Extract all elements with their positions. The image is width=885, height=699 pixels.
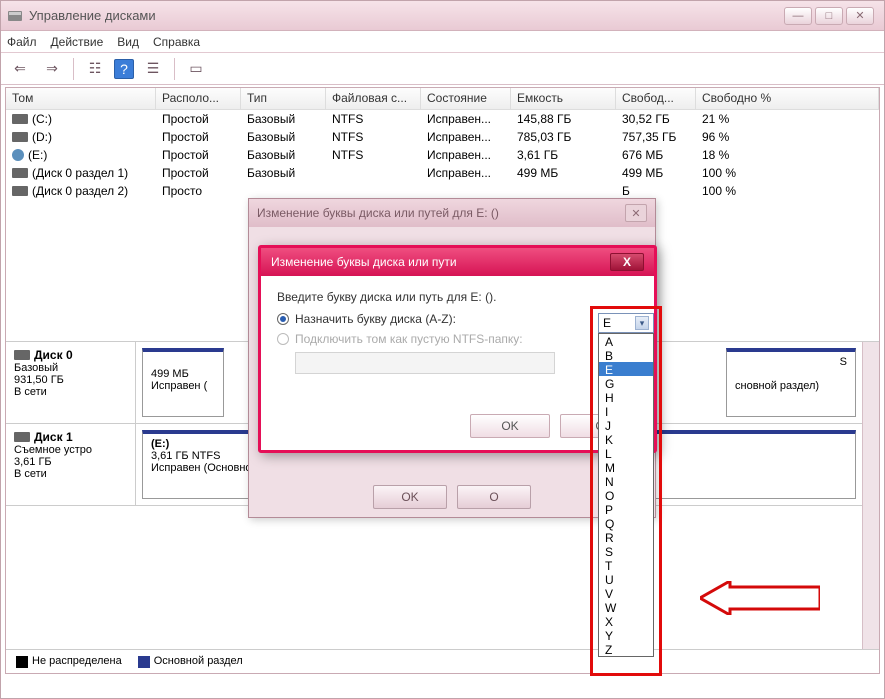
partition[interactable]: S сновной раздел)	[726, 348, 856, 417]
disk-info: Диск 1Съемное устро3,61 ГБВ сети	[6, 424, 136, 505]
view-button[interactable]: ☷	[82, 57, 108, 81]
toolbar: ⇐ ⇒ ☷ ? ☰ ▭	[1, 53, 884, 85]
dropdown-option[interactable]: N	[599, 474, 653, 488]
settings-button[interactable]: ☰	[140, 57, 166, 81]
radio-assign-letter[interactable]	[277, 313, 289, 325]
disk-icon	[12, 114, 28, 124]
help-button[interactable]: ?	[114, 59, 134, 79]
minimize-button[interactable]: —	[784, 7, 812, 25]
dropdown-option[interactable]: T	[599, 558, 653, 572]
dropdown-option[interactable]: K	[599, 432, 653, 446]
list-button[interactable]: ▭	[183, 57, 209, 81]
dialog-bg-cancel[interactable]: О	[457, 485, 531, 509]
close-button[interactable]: ✕	[846, 7, 874, 25]
dialog-bg-close[interactable]: ✕	[625, 204, 647, 222]
radio-mount-folder	[277, 333, 289, 345]
menu-file[interactable]: Файл	[7, 35, 37, 49]
disk-info: Диск 0Базовый931,50 ГБВ сети	[6, 342, 136, 423]
dropdown-option[interactable]: O	[599, 488, 653, 502]
menubar: Файл Действие Вид Справка	[1, 31, 884, 53]
dialog-titlebar[interactable]: Изменение буквы диска или пути X	[261, 248, 654, 276]
radio-mount-label: Подключить том как пустую NTFS-папку:	[295, 332, 523, 346]
disk-icon	[12, 186, 28, 196]
dropdown-option[interactable]: Z	[599, 642, 653, 656]
drive-letter-dropdown[interactable]: E ▾ ABEGHIJKLMNOPQRSTUVWXYZ	[598, 313, 654, 657]
disk-icon	[12, 132, 28, 142]
col-state[interactable]: Состояние	[421, 88, 511, 109]
folder-path-input	[295, 352, 555, 374]
disk-icon	[14, 350, 30, 360]
app-icon	[7, 8, 23, 24]
volume-list[interactable]: (C:)ПростойБазовыйNTFSИсправен...145,88 …	[6, 110, 879, 200]
dropdown-option[interactable]: H	[599, 390, 653, 404]
volume-row[interactable]: (D:)ПростойБазовыйNTFSИсправен...785,03 …	[6, 128, 879, 146]
scrollbar[interactable]	[862, 342, 879, 673]
dropdown-option[interactable]: W	[599, 600, 653, 614]
dropdown-option[interactable]: E	[599, 362, 653, 376]
legend-unallocated: Не распределена	[32, 655, 122, 667]
disk-icon	[12, 149, 24, 161]
col-freepct[interactable]: Свободно %	[696, 88, 879, 109]
dropdown-option[interactable]: L	[599, 446, 653, 460]
dialog-prompt: Введите букву диска или путь для E: ().	[277, 290, 638, 304]
volume-row[interactable]: (C:)ПростойБазовыйNTFSИсправен...145,88 …	[6, 110, 879, 128]
volume-row[interactable]: (E:)ПростойБазовыйNTFSИсправен...3,61 ГБ…	[6, 146, 879, 164]
dropdown-selected[interactable]: E ▾	[598, 313, 654, 333]
legend: Не распределена Основной раздел	[6, 649, 879, 673]
dropdown-option[interactable]: S	[599, 544, 653, 558]
dropdown-option[interactable]: A	[599, 334, 653, 348]
col-free[interactable]: Свобод...	[616, 88, 696, 109]
dropdown-option[interactable]: M	[599, 460, 653, 474]
dropdown-list[interactable]: ABEGHIJKLMNOPQRSTUVWXYZ	[598, 333, 654, 657]
partition[interactable]: 499 МБИсправен (	[142, 348, 224, 417]
radio-assign-label: Назначить букву диска (A-Z):	[295, 312, 456, 326]
back-button[interactable]: ⇐	[7, 57, 33, 81]
dropdown-option[interactable]: U	[599, 572, 653, 586]
volume-row[interactable]: (Диск 0 раздел 1)ПростойБазовыйИсправен.…	[6, 164, 879, 182]
chevron-down-icon: ▾	[635, 316, 649, 330]
titlebar: Управление дисками — □ ✕	[1, 1, 884, 31]
dropdown-option[interactable]: P	[599, 502, 653, 516]
col-volume[interactable]: Том	[6, 88, 156, 109]
dialog-ok-button[interactable]: OK	[470, 414, 550, 438]
dropdown-option[interactable]: J	[599, 418, 653, 432]
dropdown-option[interactable]: Q	[599, 516, 653, 530]
dropdown-option[interactable]: B	[599, 348, 653, 362]
dropdown-option[interactable]: X	[599, 614, 653, 628]
disk-icon	[12, 168, 28, 178]
window-title: Управление дисками	[29, 8, 784, 23]
dropdown-option[interactable]: Y	[599, 628, 653, 642]
dialog-title: Изменение буквы диска или пути	[271, 255, 457, 269]
dropdown-option[interactable]: V	[599, 586, 653, 600]
disk-icon	[14, 432, 30, 442]
dropdown-option[interactable]: I	[599, 404, 653, 418]
dialog-bg-ok[interactable]: OK	[373, 485, 447, 509]
dialog-bg-title: Изменение буквы диска или путей для E: (…	[249, 199, 655, 227]
dropdown-option[interactable]: G	[599, 376, 653, 390]
annotation-arrow	[700, 581, 820, 615]
menu-view[interactable]: Вид	[117, 35, 139, 49]
menu-help[interactable]: Справка	[153, 35, 200, 49]
dropdown-option[interactable]: R	[599, 530, 653, 544]
volume-list-header: Том Располо... Тип Файловая с... Состоян…	[6, 88, 879, 110]
legend-primary: Основной раздел	[154, 655, 243, 667]
col-type[interactable]: Тип	[241, 88, 326, 109]
col-layout[interactable]: Располо...	[156, 88, 241, 109]
forward-button[interactable]: ⇒	[39, 57, 65, 81]
maximize-button[interactable]: □	[815, 7, 843, 25]
dialog-close-button[interactable]: X	[610, 253, 644, 271]
col-fs[interactable]: Файловая с...	[326, 88, 421, 109]
menu-action[interactable]: Действие	[51, 35, 104, 49]
col-capacity[interactable]: Емкость	[511, 88, 616, 109]
